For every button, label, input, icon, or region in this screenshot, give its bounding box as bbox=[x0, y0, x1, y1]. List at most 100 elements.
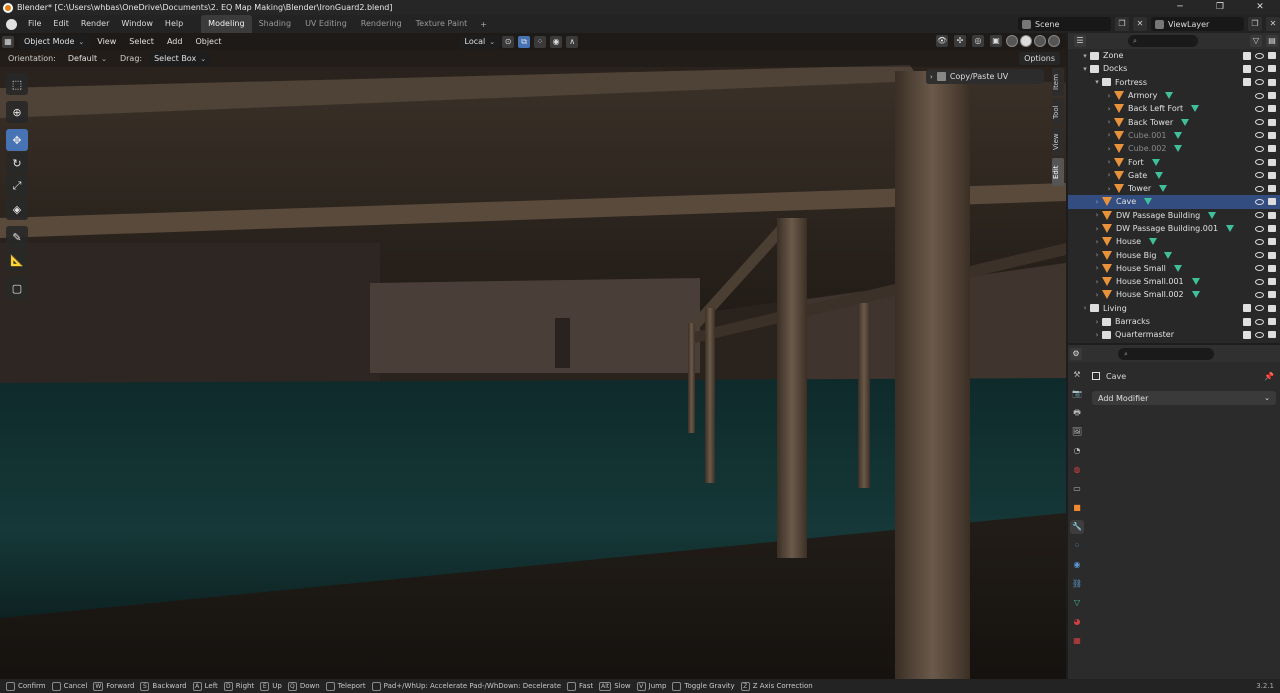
rendered-shading-icon[interactable] bbox=[1048, 35, 1060, 47]
camera-icon[interactable] bbox=[1268, 198, 1276, 206]
physics-props-icon[interactable]: ◉ bbox=[1070, 558, 1084, 572]
blender-menu-icon[interactable] bbox=[6, 18, 17, 30]
rotate-tool-icon[interactable]: ↻ bbox=[6, 152, 28, 174]
eye-icon[interactable] bbox=[1255, 212, 1264, 219]
proportional-edit-icon[interactable]: ◉ bbox=[550, 35, 563, 48]
tab-modeling[interactable]: Modeling bbox=[201, 15, 252, 33]
outliner-row[interactable]: ▾ Zone bbox=[1068, 49, 1280, 62]
expand-chevron-icon[interactable]: › bbox=[1092, 238, 1102, 246]
camera-icon[interactable] bbox=[1268, 145, 1276, 153]
outliner-row[interactable]: › Barracks bbox=[1068, 315, 1280, 328]
eye-icon[interactable] bbox=[1255, 132, 1264, 139]
expand-chevron-icon[interactable]: › bbox=[1092, 264, 1102, 272]
mesh-data-icon[interactable] bbox=[1165, 92, 1174, 100]
measure-tool-icon[interactable]: 📐 bbox=[6, 249, 28, 271]
camera-icon[interactable] bbox=[1268, 158, 1276, 166]
menu-render[interactable]: Render bbox=[75, 15, 115, 33]
select-box-tool-icon[interactable]: ⬚ bbox=[6, 73, 28, 95]
outliner-row[interactable]: › Back Tower bbox=[1068, 115, 1280, 128]
eye-icon[interactable] bbox=[1255, 265, 1264, 272]
view-layer-props-icon[interactable]: 🖼 bbox=[1070, 425, 1084, 439]
expand-chevron-icon[interactable]: › bbox=[1104, 171, 1114, 179]
outliner-row[interactable]: › DW Passage Building.001 bbox=[1068, 222, 1280, 235]
view-layer-selector[interactable]: ViewLayer bbox=[1151, 17, 1244, 31]
mesh-data-icon[interactable] bbox=[1144, 198, 1153, 206]
expand-chevron-icon[interactable]: › bbox=[1104, 145, 1114, 153]
maximize-icon[interactable]: ❐ bbox=[1200, 0, 1240, 15]
overlay-icon[interactable]: ◎ bbox=[972, 35, 984, 47]
outliner-row[interactable]: › Fort bbox=[1068, 155, 1280, 168]
outliner-row[interactable]: › Living bbox=[1068, 302, 1280, 315]
eye-icon[interactable] bbox=[1255, 105, 1264, 112]
eye-icon[interactable] bbox=[1255, 291, 1264, 298]
outliner-row[interactable]: › House Small bbox=[1068, 262, 1280, 275]
mesh-data-icon[interactable] bbox=[1174, 145, 1183, 153]
camera-icon[interactable] bbox=[1268, 238, 1276, 246]
outliner-search-input[interactable]: ⌕ bbox=[1128, 35, 1198, 47]
tab-texture-paint[interactable]: Texture Paint bbox=[409, 15, 475, 33]
eye-icon[interactable] bbox=[1255, 198, 1264, 205]
snap-icon[interactable]: ⧉ bbox=[518, 35, 531, 48]
tab-item[interactable]: Item bbox=[1052, 68, 1064, 96]
outliner-row[interactable]: › Back Left Fort bbox=[1068, 102, 1280, 115]
material-props-icon[interactable]: ◕ bbox=[1070, 615, 1084, 629]
menu-object[interactable]: Object bbox=[190, 35, 226, 49]
eye-icon[interactable] bbox=[1255, 278, 1264, 285]
particle-props-icon[interactable]: ⁘ bbox=[1070, 539, 1084, 553]
constraint-props-icon[interactable]: ⛓ bbox=[1070, 577, 1084, 591]
camera-icon[interactable] bbox=[1268, 78, 1276, 86]
outliner-row[interactable]: › House Big bbox=[1068, 248, 1280, 261]
transform-tool-icon[interactable]: ◈ bbox=[6, 198, 28, 220]
expand-chevron-icon[interactable]: ▾ bbox=[1080, 65, 1090, 73]
eye-icon[interactable] bbox=[1255, 238, 1264, 245]
mesh-data-icon[interactable] bbox=[1191, 291, 1200, 299]
material-shading-icon[interactable] bbox=[1034, 35, 1046, 47]
mesh-data-icon[interactable] bbox=[1149, 238, 1158, 246]
menu-edit[interactable]: Edit bbox=[47, 15, 75, 33]
wireframe-shading-icon[interactable] bbox=[1006, 35, 1018, 47]
add-modifier-dropdown[interactable]: Add Modifier ⌄ bbox=[1092, 391, 1276, 405]
eye-icon[interactable] bbox=[1255, 185, 1264, 192]
exclude-checkbox[interactable] bbox=[1243, 51, 1251, 60]
expand-chevron-icon[interactable]: › bbox=[1092, 198, 1102, 206]
move-tool-icon[interactable]: ✥ bbox=[6, 129, 28, 151]
visibility-icon[interactable]: 👁 bbox=[936, 35, 948, 47]
annotate-tool-icon[interactable]: ✎ bbox=[6, 226, 28, 248]
camera-icon[interactable] bbox=[1268, 318, 1276, 326]
menu-add[interactable]: Add bbox=[162, 35, 188, 49]
camera-icon[interactable] bbox=[1268, 185, 1276, 193]
camera-icon[interactable] bbox=[1268, 211, 1276, 219]
output-props-icon[interactable]: 🖶 bbox=[1070, 406, 1084, 420]
object-mode-dropdown[interactable]: Object Mode ⌄ bbox=[19, 34, 90, 49]
new-collection-icon[interactable]: ▤ bbox=[1266, 35, 1278, 47]
eye-icon[interactable] bbox=[1255, 318, 1264, 325]
mesh-data-icon[interactable] bbox=[1155, 171, 1164, 179]
outliner-row[interactable]: › Cave bbox=[1068, 195, 1280, 209]
tab-rendering[interactable]: Rendering bbox=[354, 15, 409, 33]
eye-icon[interactable] bbox=[1255, 145, 1264, 152]
expand-chevron-icon[interactable]: ▾ bbox=[1092, 78, 1102, 86]
outliner-row[interactable]: › Quartermaster bbox=[1068, 328, 1280, 341]
eye-icon[interactable] bbox=[1255, 52, 1264, 59]
object-props-icon[interactable]: ■ bbox=[1070, 501, 1084, 515]
eye-icon[interactable] bbox=[1255, 305, 1264, 312]
mesh-data-icon[interactable] bbox=[1174, 131, 1183, 139]
eye-icon[interactable] bbox=[1255, 159, 1264, 166]
eye-icon[interactable] bbox=[1255, 65, 1264, 72]
copy-paste-uv-panel[interactable]: › Copy/Paste UV bbox=[926, 69, 1044, 84]
camera-icon[interactable] bbox=[1268, 131, 1276, 139]
mesh-data-icon[interactable] bbox=[1173, 264, 1182, 272]
data-props-icon[interactable]: ▽ bbox=[1070, 596, 1084, 610]
scale-tool-icon[interactable]: ⤢ bbox=[6, 175, 28, 197]
camera-icon[interactable] bbox=[1268, 304, 1276, 312]
tab-uv-editing[interactable]: UV Editing bbox=[298, 15, 354, 33]
camera-icon[interactable] bbox=[1268, 225, 1276, 232]
expand-chevron-icon[interactable]: › bbox=[1092, 318, 1102, 326]
outliner-row[interactable]: › DW Passage Building bbox=[1068, 209, 1280, 222]
expand-chevron-icon[interactable]: › bbox=[1080, 304, 1090, 312]
outliner-row[interactable]: › Cube.001 bbox=[1068, 129, 1280, 142]
camera-icon[interactable] bbox=[1268, 92, 1276, 100]
expand-chevron-icon[interactable]: ▾ bbox=[1080, 52, 1090, 60]
exclude-checkbox[interactable] bbox=[1243, 317, 1251, 326]
cursor-tool-icon[interactable]: ⊕ bbox=[6, 101, 28, 123]
